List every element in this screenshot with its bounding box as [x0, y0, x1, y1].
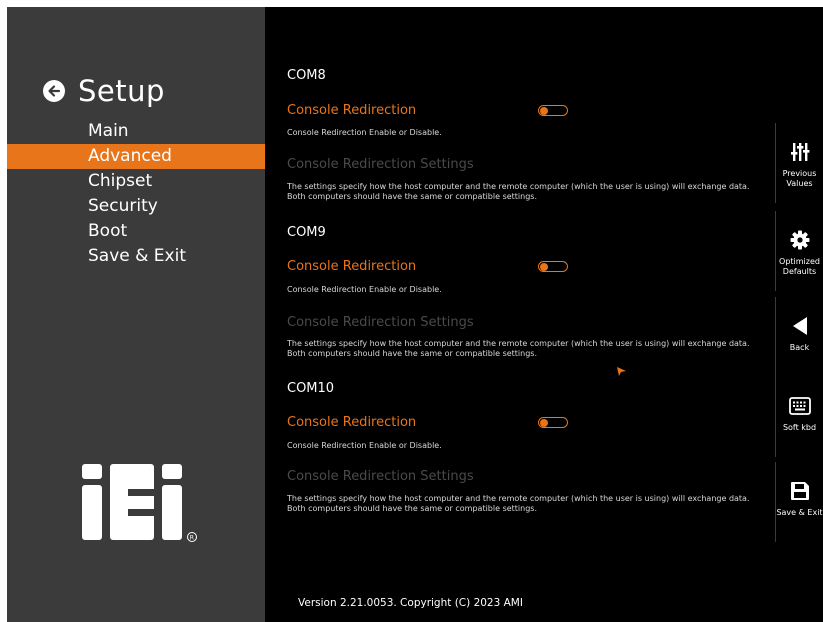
advanced-content-panel: COM8 Console Redirection Console Redirec…	[265, 7, 775, 622]
soft-keyboard-button[interactable]: Soft kbd	[775, 377, 823, 457]
console-redirection-settings-help-com8: The settings specify how the host comput…	[287, 182, 750, 201]
left-nav-panel: Setup Main Advanced Chipset Security Boo…	[7, 7, 265, 622]
nav-item-main[interactable]: Main	[7, 119, 265, 144]
optimized-defaults-button[interactable]: Optimized Defaults	[775, 211, 823, 291]
console-redirection-help-com8: Console Redirection Enable or Disable.	[287, 128, 442, 137]
save-exit-label: Save & Exit	[776, 508, 823, 517]
console-redirection-help-com9: Console Redirection Enable or Disable.	[287, 285, 442, 294]
version-footer: Version 2.21.0053. Copyright (C) 2023 AM…	[298, 597, 523, 609]
section-title-com10: COM10	[287, 381, 335, 396]
right-action-panel: Previous Values Optimized Defaults Back …	[775, 7, 823, 622]
console-redirection-label-com8[interactable]: Console Redirection	[287, 103, 416, 118]
nav-item-security[interactable]: Security	[7, 194, 265, 219]
page-title: Setup	[78, 74, 165, 108]
setup-header: Setup	[43, 74, 165, 108]
toggle-knob	[540, 106, 548, 115]
back-button[interactable]: Back	[775, 297, 823, 377]
save-exit-button[interactable]: Save & Exit	[775, 462, 823, 542]
nav-item-boot[interactable]: Boot	[7, 219, 265, 244]
previous-values-label: Previous Values	[782, 169, 817, 188]
console-redirection-settings-com9: Console Redirection Settings	[287, 315, 474, 330]
bios-setup-screen: Setup Main Advanced Chipset Security Boo…	[7, 7, 823, 622]
keyboard-icon	[788, 395, 811, 417]
sliders-icon	[790, 141, 810, 163]
section-title-com8: COM8	[287, 68, 326, 83]
mouse-pointer-icon	[617, 361, 627, 380]
svg-text:R: R	[190, 535, 194, 542]
section-title-com9: COM9	[287, 225, 326, 240]
console-redirection-settings-com8: Console Redirection Settings	[287, 157, 474, 172]
optimized-defaults-label: Optimized Defaults	[779, 257, 820, 276]
back-label: Back	[789, 343, 810, 352]
console-redirection-label-com9[interactable]: Console Redirection	[287, 259, 416, 274]
nav-item-chipset[interactable]: Chipset	[7, 169, 265, 194]
nav-item-save-exit[interactable]: Save & Exit	[7, 244, 265, 269]
console-redirection-help-com10: Console Redirection Enable or Disable.	[287, 441, 442, 450]
console-redirection-settings-help-com9: The settings specify how the host comput…	[287, 339, 750, 358]
toggle-knob	[540, 262, 548, 271]
console-redirection-toggle-com8[interactable]	[538, 105, 568, 116]
back-triangle-icon	[791, 315, 809, 337]
console-redirection-toggle-com10[interactable]	[538, 417, 568, 428]
nav-item-advanced[interactable]: Advanced	[7, 144, 265, 169]
arrow-left-icon[interactable]	[43, 80, 65, 102]
console-redirection-toggle-com9[interactable]	[538, 261, 568, 272]
gear-icon	[790, 229, 810, 251]
console-redirection-label-com10[interactable]: Console Redirection	[287, 415, 416, 430]
save-disk-icon	[790, 480, 810, 502]
console-redirection-settings-com10: Console Redirection Settings	[287, 469, 474, 484]
toggle-knob	[540, 418, 548, 427]
previous-values-button[interactable]: Previous Values	[775, 123, 823, 203]
soft-kbd-label: Soft kbd	[782, 423, 817, 432]
console-redirection-settings-help-com10: The settings specify how the host comput…	[287, 494, 750, 513]
iei-logo: R	[80, 462, 220, 551]
